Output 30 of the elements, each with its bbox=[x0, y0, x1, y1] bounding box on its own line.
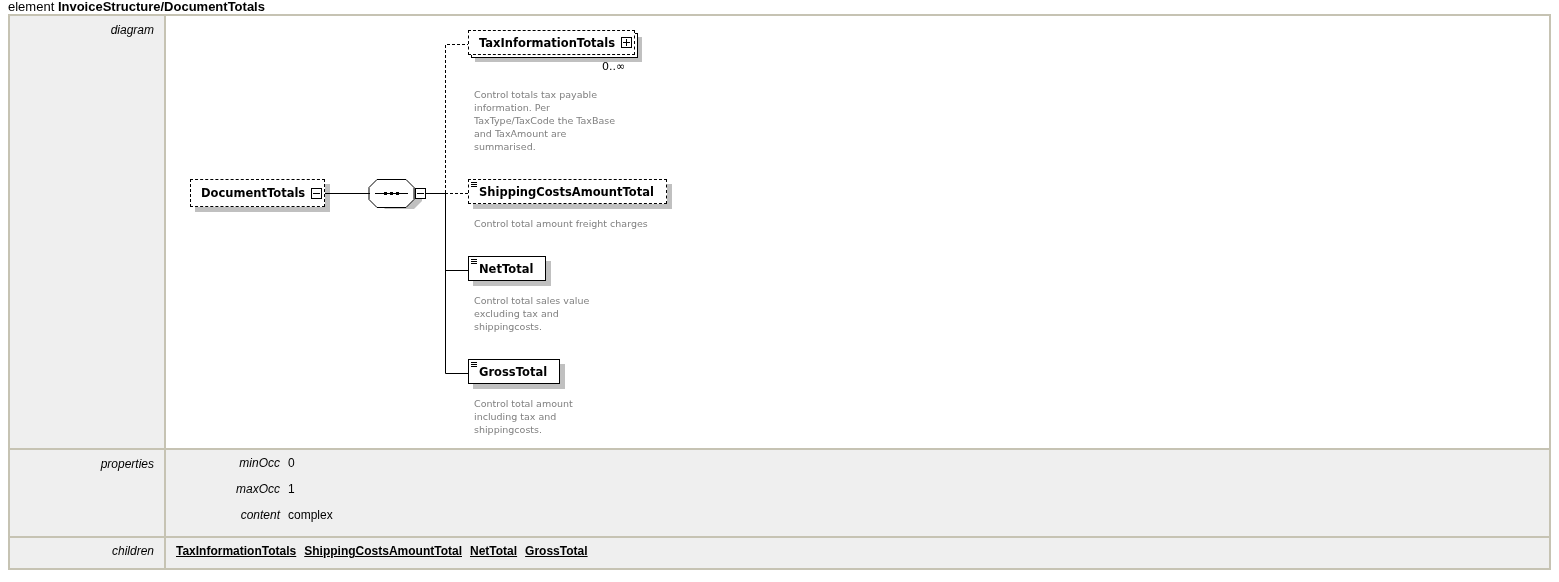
row-label: children bbox=[9, 537, 165, 569]
expand-icon[interactable] bbox=[621, 37, 633, 48]
child-link[interactable]: TaxInformationTotals bbox=[176, 544, 297, 558]
simple-type-icon bbox=[471, 259, 477, 264]
occurrence-label: 0..∞ bbox=[600, 59, 627, 73]
element-name: ShippingCostsAmountTotal bbox=[479, 184, 654, 199]
element-description: Control total amount freight charges bbox=[474, 217, 648, 230]
property-value: 1 bbox=[287, 481, 296, 498]
row-label: properties bbox=[9, 449, 165, 537]
property-value: 0 bbox=[287, 455, 296, 472]
property-name: content bbox=[239, 507, 282, 524]
element-description: Control total amount including tax and shippingcosts. bbox=[474, 397, 573, 436]
connector-line bbox=[324, 193, 371, 194]
page-heading: element InvoiceStructure/DocumentTotals bbox=[8, 0, 266, 14]
element-name: NetTotal bbox=[479, 261, 534, 276]
child-link[interactable]: ShippingCostsAmountTotal bbox=[304, 544, 462, 558]
element-description: Control totals tax payable information. Per TaxType/TaxCode the TaxBase and TaxAmount are summarised. bbox=[474, 88, 616, 153]
property-value: complex bbox=[287, 507, 334, 524]
simple-type-icon bbox=[471, 362, 477, 367]
row-label: diagram bbox=[9, 15, 165, 449]
child-link[interactable]: NetTotal bbox=[470, 544, 518, 558]
simple-type-icon bbox=[471, 182, 477, 187]
property-name: maxOcc bbox=[235, 481, 281, 498]
property-name: minOcc bbox=[238, 455, 281, 472]
element-name: TaxInformationTotals bbox=[479, 35, 616, 50]
element-name: DocumentTotals bbox=[201, 186, 306, 200]
element-name: GrossTotal bbox=[479, 364, 548, 379]
collapse-icon[interactable] bbox=[311, 187, 323, 199]
element-description: Control total sales value excluding tax and shippingcosts. bbox=[474, 294, 590, 333]
child-link[interactable]: GrossTotal bbox=[525, 544, 588, 558]
